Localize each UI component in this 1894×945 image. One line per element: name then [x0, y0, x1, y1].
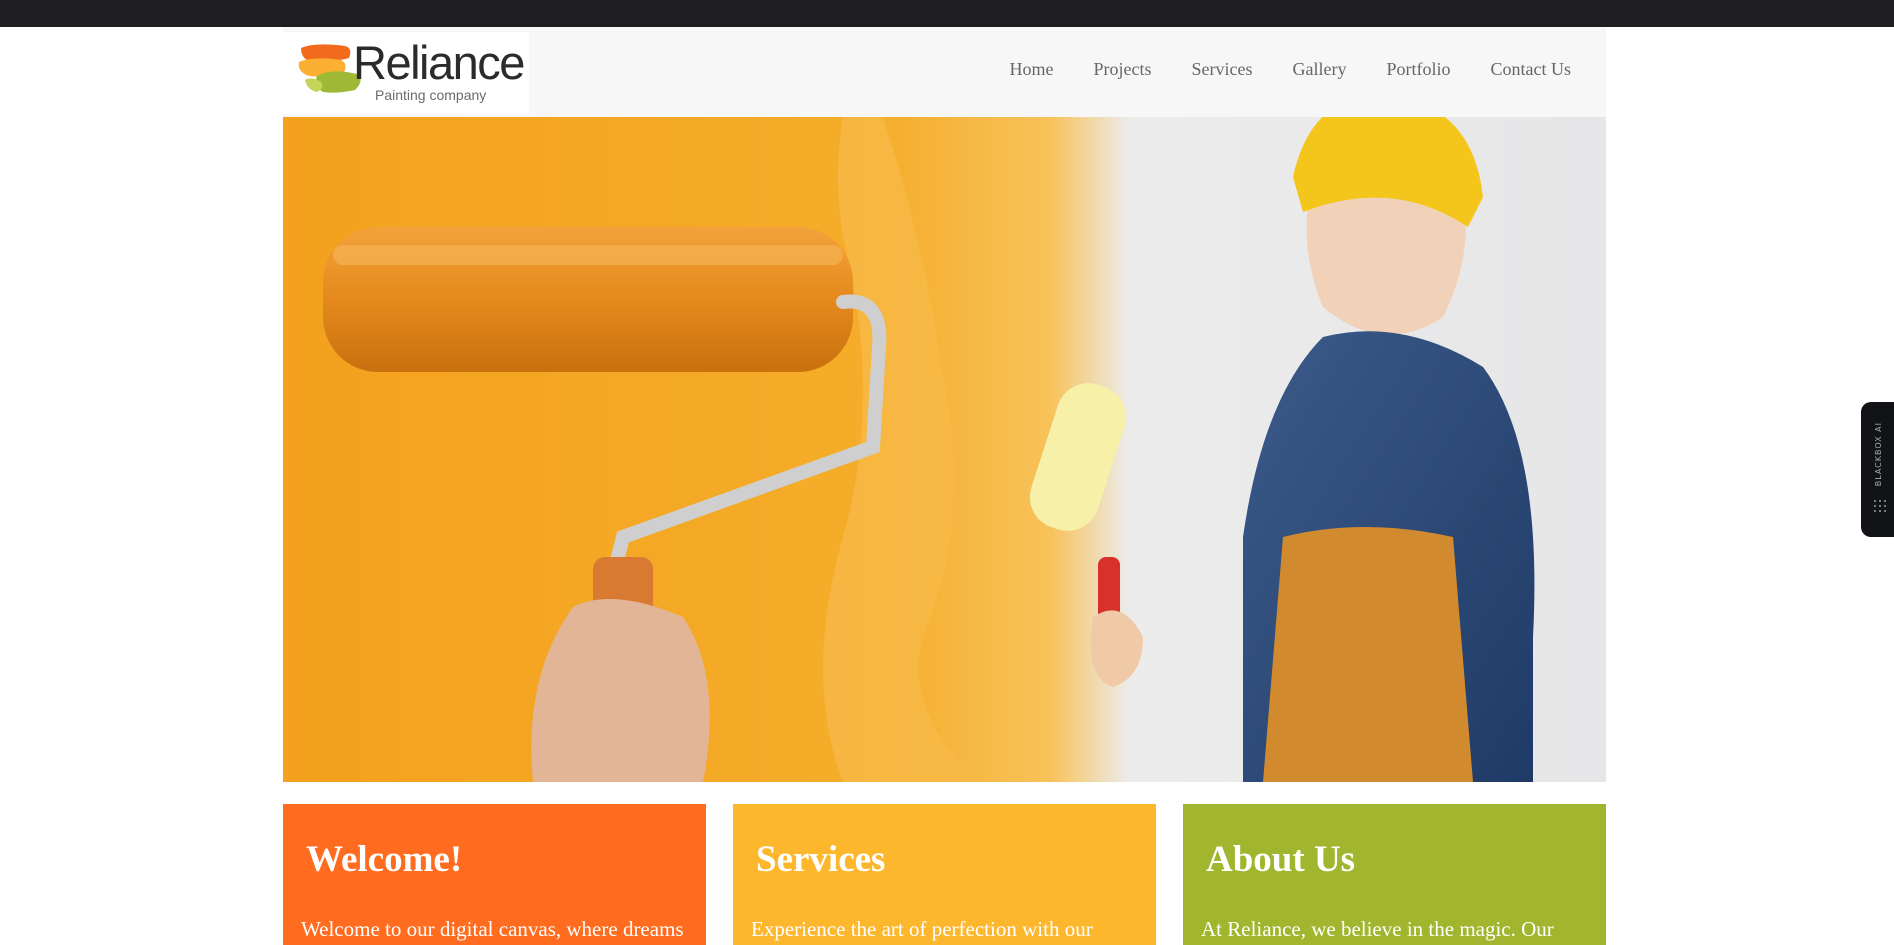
nav-link-portfolio[interactable]: Portfolio [1386, 60, 1450, 78]
logo-wordmark: Reliance [353, 36, 525, 89]
nav-link-home[interactable]: Home [1010, 60, 1054, 78]
welcome-card-text: Welcome to our digital canvas, where dre… [301, 917, 684, 941]
nav-link-contact-us[interactable]: Contact Us [1491, 60, 1572, 78]
blackbox-ai-label: BLACKBOX AI [1874, 422, 1883, 487]
dots-grid-icon [1874, 500, 1886, 512]
hero-banner-image [283, 117, 1606, 782]
welcome-card-title: Welcome! [306, 839, 463, 880]
site-header: Reliance Painting company Home Projects … [283, 27, 1606, 117]
nav-link-projects[interactable]: Projects [1094, 60, 1152, 78]
services-card: Services Experience the art of perfectio… [733, 804, 1156, 945]
blackbox-ai-side-tab[interactable]: BLACKBOX AI [1861, 402, 1894, 537]
about-us-card-text: At Reliance, we believe in the magic. Ou… [1201, 917, 1554, 941]
welcome-card: Welcome! Welcome to our digital canvas, … [283, 804, 706, 945]
logo-tagline: Painting company [375, 87, 487, 103]
painter-illustration [283, 117, 1606, 782]
nav-link-services[interactable]: Services [1192, 60, 1253, 78]
browser-top-bar [0, 0, 1894, 27]
nav-link-gallery[interactable]: Gallery [1293, 60, 1347, 78]
services-card-text: Experience the art of perfection with ou… [751, 917, 1093, 941]
about-us-card-title: About Us [1206, 839, 1356, 880]
main-navigation: Home Projects Services Gallery Portfolio… [970, 60, 1571, 78]
services-card-title: Services [756, 839, 886, 880]
about-us-card: About Us At Reliance, we believe in the … [1183, 804, 1606, 945]
site-logo[interactable]: Reliance Painting company [283, 32, 529, 114]
